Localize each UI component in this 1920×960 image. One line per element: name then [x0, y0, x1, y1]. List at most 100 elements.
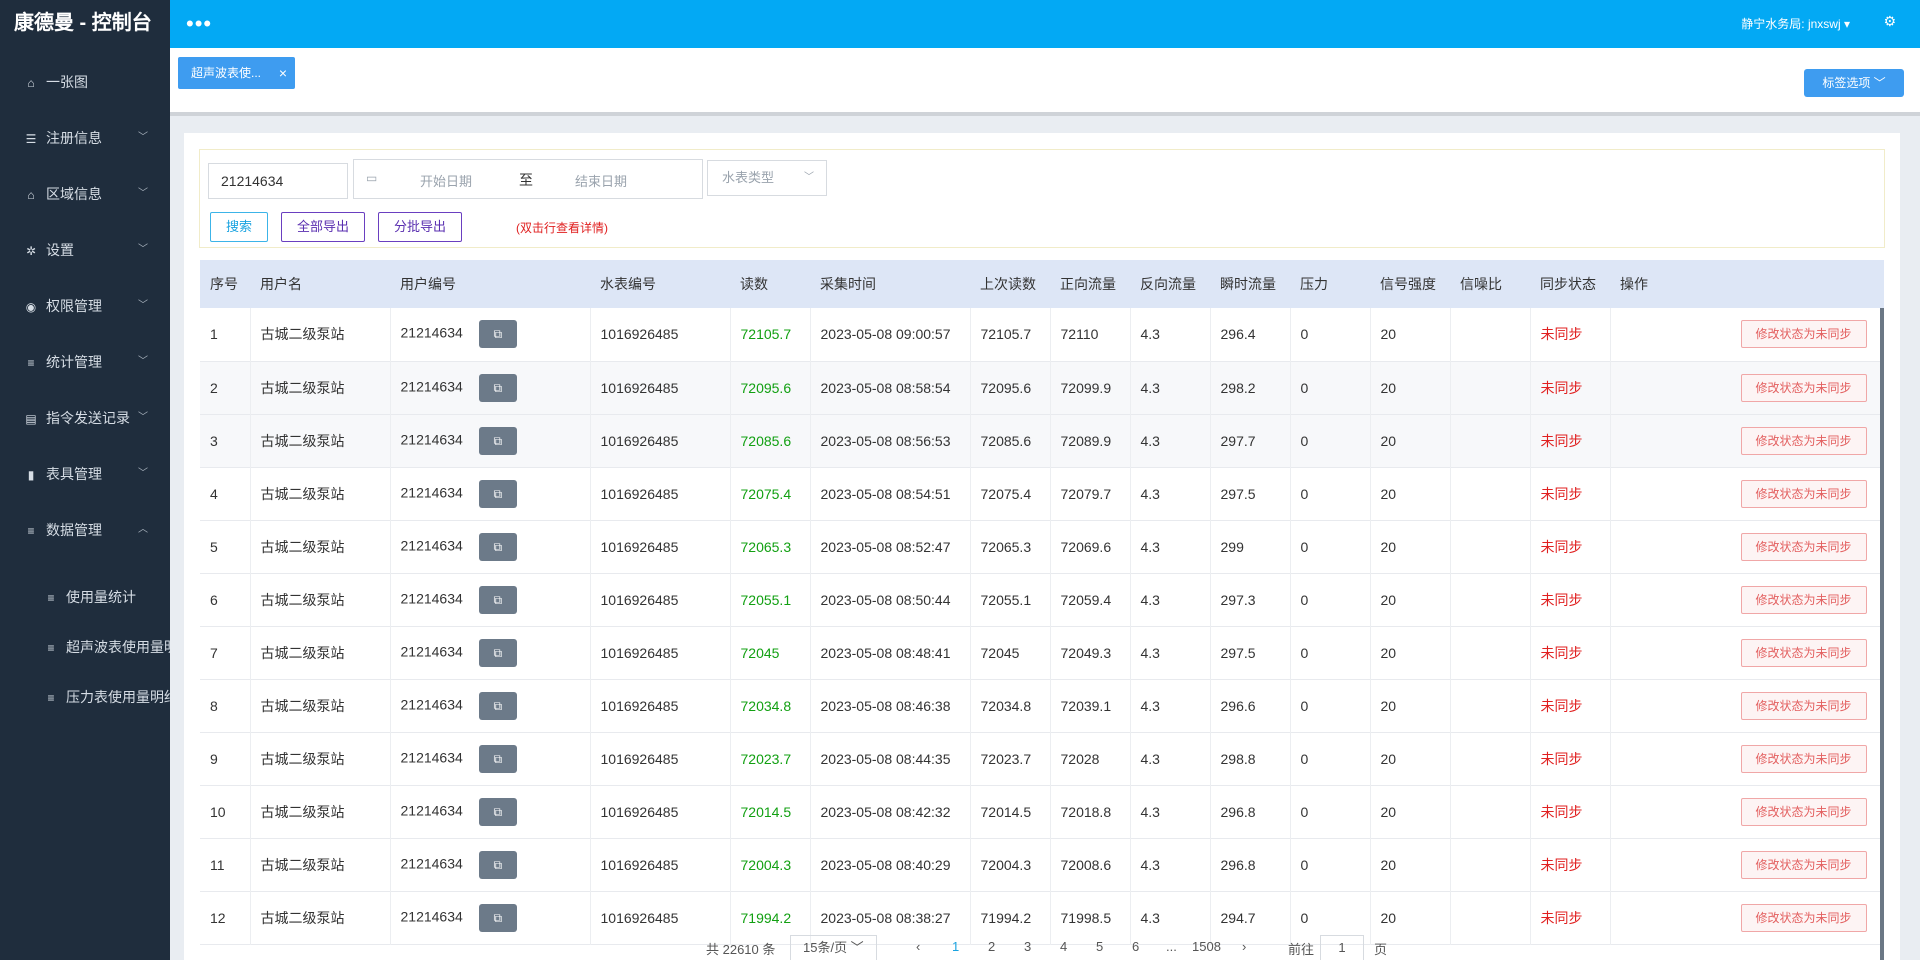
tab-ultrasonic-usage[interactable]: 超声波表使... × [178, 57, 296, 89]
menu-toggle-icon[interactable]: ••• [186, 13, 212, 35]
copy-icon[interactable]: ⧉ [478, 532, 517, 561]
sidebar-subitem-1[interactable]: ≡ 超声波表使用量明细 [0, 622, 170, 672]
page-ellipsis[interactable]: ... [1166, 939, 1177, 954]
search-button[interactable]: 搜索 [210, 212, 268, 242]
close-icon[interactable]: × [279, 57, 287, 89]
table-cell: 1016926485 [590, 785, 731, 838]
table-cell: 72018.8 [1050, 785, 1131, 838]
table-cell: 297.3 [1210, 573, 1291, 626]
page-2[interactable]: 2 [988, 939, 995, 954]
cell-value: 2023-05-08 08:40:29 [820, 856, 951, 873]
table-cell: 20 [1370, 520, 1451, 573]
table-cell: 20 [1370, 891, 1451, 944]
app-title: 康德曼 - 控制台 [14, 12, 152, 34]
table-row[interactable]: 10 古城二级泵站 21214634 ⧉ 1016926485 72014.5 2023-0… [200, 785, 1884, 838]
copy-icon[interactable]: ⧉ [478, 691, 517, 720]
sidebar-item-7[interactable]: ▮ 表具管理 ﹀ [0, 446, 170, 502]
table-cell: 72105.7 [730, 308, 811, 361]
sidebar-item-3[interactable]: ✲ 设置 ﹀ [0, 222, 170, 278]
copy-icon[interactable]: ⧉ [478, 850, 517, 879]
next-page-button[interactable]: › [1242, 939, 1246, 954]
sidebar-item-5[interactable]: ≡ 统计管理 ﹀ [0, 334, 170, 390]
mark-unsynced-button[interactable]: 修改状态为未同步 [1740, 744, 1867, 773]
mark-unsynced-button[interactable]: 修改状态为未同步 [1740, 585, 1867, 614]
page-3[interactable]: 3 [1024, 939, 1031, 954]
sidebar-subitem-2[interactable]: ≡ 压力表使用量明细 [0, 672, 170, 722]
cell-value: 2 [210, 379, 218, 396]
vertical-scrollbar[interactable] [1880, 308, 1884, 960]
cell-value: 2023-05-08 08:42:32 [820, 803, 951, 820]
mark-unsynced-button[interactable]: 修改状态为未同步 [1740, 797, 1867, 826]
jump-page-input[interactable]: 1 [1320, 935, 1364, 960]
user-dropdown[interactable]: 静宁水务局: jnxswj ▾ [1741, 15, 1850, 32]
copy-icon[interactable]: ⧉ [478, 320, 517, 349]
reading-value: 72004.3 [740, 856, 792, 873]
table-row[interactable]: 6 古城二级泵站 21214634 ⧉ 1016926485 72055.1 2023-05… [200, 573, 1884, 626]
mark-unsynced-button[interactable]: 修改状态为未同步 [1740, 320, 1867, 349]
sidebar-item-6[interactable]: ▤ 指令发送记录 ﹀ [0, 390, 170, 446]
mark-unsynced-button[interactable]: 修改状态为未同步 [1740, 691, 1867, 720]
column-header: 用户编号 [400, 276, 456, 292]
mark-unsynced-button[interactable]: 修改状态为未同步 [1740, 903, 1867, 932]
table-row[interactable]: 2 古城二级泵站 21214634 ⧉ 1016926485 72095.6 2023-05… [200, 361, 1884, 414]
page-4[interactable]: 4 [1060, 939, 1067, 954]
tab-options-button[interactable]: 标签选项 ﹀ [1804, 69, 1904, 97]
start-date-field[interactable]: 开始日期 [420, 171, 472, 190]
mark-unsynced-button[interactable]: 修改状态为未同步 [1740, 426, 1867, 455]
export-all-button[interactable]: 全部导出 [281, 212, 365, 242]
page-last[interactable]: 1508 [1192, 939, 1221, 954]
copy-icon[interactable]: ⧉ [478, 585, 517, 614]
copy-icon[interactable]: ⧉ [478, 426, 517, 455]
table-cell: 古城二级泵站 [250, 520, 391, 573]
page-size-select[interactable]: 15条/页 ﹀ [790, 935, 877, 960]
sync-status: 未同步 [1540, 803, 1583, 820]
page-5[interactable]: 5 [1096, 939, 1103, 954]
prev-page-button[interactable]: ‹ [916, 939, 920, 954]
table-row[interactable]: 12 古城二级泵站 21214634 ⧉ 1016926485 71994.2 2023-0… [200, 891, 1884, 944]
copy-icon[interactable]: ⧉ [478, 797, 517, 826]
copy-icon[interactable]: ⧉ [478, 479, 517, 508]
table-cell: 1016926485 [590, 573, 731, 626]
table-row[interactable]: 8 古城二级泵站 21214634 ⧉ 1016926485 72034.8 2023-05… [200, 679, 1884, 732]
table-row[interactable]: 1 古城二级泵站 21214634 ⧉ 1016926485 72105.7 2023-05… [200, 308, 1884, 361]
table-row[interactable]: 11 古城二级泵站 21214634 ⧉ 1016926485 72004.3 2023-0… [200, 838, 1884, 891]
table-cell [1450, 838, 1531, 891]
table-cell: 72085.6 [970, 414, 1051, 467]
mark-unsynced-button[interactable]: 修改状态为未同步 [1740, 479, 1867, 508]
table-row[interactable]: 4 古城二级泵站 21214634 ⧉ 1016926485 72075.4 2023-05… [200, 467, 1884, 520]
copy-icon[interactable]: ⧉ [478, 903, 517, 932]
sidebar-item-8[interactable]: ≡ 数据管理 ︿ [0, 502, 170, 558]
table-row[interactable]: 7 古城二级泵站 21214634 ⧉ 1016926485 72045 2023-05-0… [200, 626, 1884, 679]
date-range-picker[interactable]: ▭ 开始日期 至 结束日期 [353, 159, 703, 199]
copy-icon[interactable]: ⧉ [478, 373, 517, 402]
cell-value: 72105.7 [980, 326, 1032, 343]
export-batch-button[interactable]: 分批导出 [378, 212, 462, 242]
copy-icon[interactable]: ⧉ [478, 638, 517, 667]
table-cell: 72055.1 [970, 573, 1051, 626]
table-cell: 1016926485 [590, 520, 731, 573]
mark-unsynced-button[interactable]: 修改状态为未同步 [1740, 373, 1867, 402]
sidebar-item-4[interactable]: ◉ 权限管理 ﹀ [0, 278, 170, 334]
cell-value: 298.8 [1220, 750, 1256, 767]
mark-unsynced-button[interactable]: 修改状态为未同步 [1740, 850, 1867, 879]
end-date-field[interactable]: 结束日期 [575, 171, 627, 190]
sidebar-subitem-0[interactable]: ≡ 使用量统计 [0, 572, 170, 622]
user-number-input[interactable]: 21214634 [208, 163, 348, 199]
sidebar-item-2[interactable]: ⌂ 区域信息 ﹀ [0, 166, 170, 222]
page-1[interactable]: 1 [952, 939, 959, 954]
sidebar-item-0[interactable]: ⌂ 一张图 [0, 54, 170, 110]
page-6[interactable]: 6 [1132, 939, 1139, 954]
settings-icon[interactable]: ⚙ [1883, 13, 1896, 30]
table-cell: 4.3 [1130, 679, 1211, 732]
table-row[interactable]: 3 古城二级泵站 21214634 ⧉ 1016926485 72085.6 2023-05… [200, 414, 1884, 467]
table-row[interactable]: 9 古城二级泵站 21214634 ⧉ 1016926485 72023.7 2023-05… [200, 732, 1884, 785]
sidebar-item-1[interactable]: ☰ 注册信息 ﹀ [0, 110, 170, 166]
table-cell: 72085.6 [730, 414, 811, 467]
mark-unsynced-button[interactable]: 修改状态为未同步 [1740, 638, 1867, 667]
table-row[interactable]: 5 古城二级泵站 21214634 ⧉ 1016926485 72065.3 2023-05… [200, 520, 1884, 573]
cell-value: 72049.3 [1060, 644, 1112, 661]
copy-icon[interactable]: ⧉ [478, 744, 517, 773]
sync-status: 未同步 [1540, 538, 1583, 555]
meter-type-select[interactable]: 水表类型 ﹀ [707, 160, 827, 196]
mark-unsynced-button[interactable]: 修改状态为未同步 [1740, 532, 1867, 561]
